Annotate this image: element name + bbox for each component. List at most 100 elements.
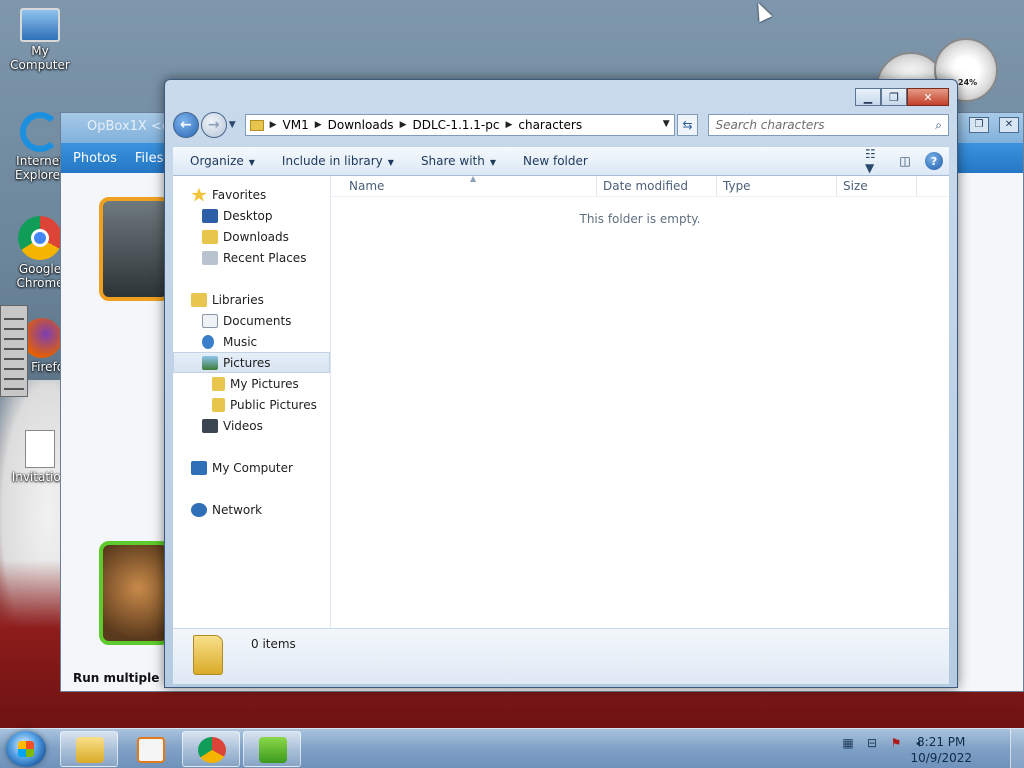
network-tray-icon[interactable]: ⊟ (864, 735, 880, 751)
nav-label: My Computer (212, 460, 293, 475)
nav-item-my-pictures[interactable]: My Pictures (173, 373, 330, 394)
navigation-bar: ← → ▼ ▶ VM1 ▶ Downloads ▶ DDLC-1.1.1-pc … (173, 111, 949, 139)
chevron-down-icon[interactable]: ▼ (229, 120, 241, 130)
folder-icon (76, 737, 104, 763)
chevron-down-icon: ▼ (387, 158, 394, 167)
nav-item-videos[interactable]: Videos (173, 415, 330, 436)
opbox-tab-photos[interactable]: Photos (73, 151, 117, 166)
nav-item-music[interactable]: Music (173, 331, 330, 352)
details-pane: 0 items (173, 628, 949, 684)
taskbar: ▦ ⊟ ⚑ 🔈︎ 8:21 PM 10/9/2022 (0, 728, 1024, 768)
photo-thumbnail[interactable] (99, 197, 171, 301)
nav-item-favorites[interactable]: Favorites (173, 184, 330, 205)
column-header-type[interactable]: Type (717, 176, 837, 196)
photo-thumbnail[interactable] (99, 541, 171, 645)
keyboard-gadget[interactable] (0, 305, 28, 397)
chevron-down-icon: ▼ (489, 158, 496, 167)
ie-icon (20, 112, 60, 152)
nav-item-pictures[interactable]: Pictures (173, 352, 330, 373)
forward-arrow-icon[interactable]: → (200, 112, 227, 138)
breadcrumb-characters[interactable]: characters (514, 118, 586, 132)
column-header-date-modified[interactable]: Date modified (597, 176, 717, 196)
restore-icon[interactable]: ❐ (969, 117, 989, 133)
chevron-right-icon[interactable]: ▶ (503, 120, 514, 130)
chevron-down-icon: ▼ (248, 158, 255, 167)
nav-label: Desktop (223, 208, 273, 223)
nav-item-downloads[interactable]: Downloads (173, 226, 330, 247)
desktop-icon-label: My Computer (10, 44, 70, 72)
nav-label: My Pictures (230, 376, 299, 391)
nav-label: Videos (223, 418, 263, 433)
computer-icon (20, 8, 60, 42)
maximize-icon[interactable]: ❐ (881, 88, 907, 106)
help-icon[interactable]: ? (925, 152, 943, 170)
column-header-name[interactable]: Name (331, 176, 597, 196)
recent-places-icon (202, 250, 218, 265)
nav-label: Downloads (223, 229, 289, 244)
action-center-icon[interactable]: ⚑ (888, 735, 904, 751)
chrome-icon (18, 216, 62, 260)
chevron-right-icon[interactable]: ▶ (313, 120, 324, 130)
media-player-icon (137, 737, 165, 763)
organize-button[interactable]: Organize ▼ (173, 154, 265, 168)
nav-item-recent-places[interactable]: Recent Places (173, 247, 330, 268)
explorer-body: Favorites Desktop Downloads Recent Place… (173, 174, 949, 628)
search-placeholder: Search characters (715, 118, 825, 132)
folder-icon (212, 397, 225, 412)
taskbar-explorer[interactable] (60, 731, 118, 767)
minimize-icon[interactable]: ▁ (855, 88, 881, 106)
column-header-size[interactable]: Size (837, 176, 917, 196)
clock-time: 8:21 PM (917, 735, 966, 749)
close-icon[interactable]: ✕ (999, 117, 1019, 133)
include-in-library-button[interactable]: Include in library ▼ (265, 154, 404, 168)
desktop-icon-my-computer[interactable]: My Computer (0, 8, 80, 72)
organize-label: Organize (190, 154, 244, 168)
taskbar-opbox[interactable] (243, 731, 301, 767)
chevron-right-icon[interactable]: ▶ (398, 120, 409, 130)
new-folder-button[interactable]: New folder (506, 154, 598, 168)
share-with-button[interactable]: Share with ▼ (404, 154, 506, 168)
firefox-icon (22, 318, 62, 358)
close-icon[interactable]: ✕ (907, 88, 949, 106)
chevron-down-icon[interactable]: ▼ (663, 119, 670, 129)
address-bar[interactable]: ▶ VM1 ▶ Downloads ▶ DDLC-1.1.1-pc ▶ char… (244, 114, 675, 136)
cpu-percent: 24% (958, 78, 978, 87)
pictures-icon (202, 355, 218, 370)
videos-icon (202, 418, 218, 433)
tray-app-icon[interactable]: ▦ (840, 735, 856, 751)
nav-item-libraries[interactable]: Libraries (173, 289, 330, 310)
nav-label: Libraries (212, 292, 264, 307)
network-icon (191, 502, 207, 517)
chrome-icon (198, 737, 226, 763)
downloads-folder-icon (202, 229, 218, 244)
start-button[interactable] (6, 731, 46, 767)
nav-item-desktop[interactable]: Desktop (173, 205, 330, 226)
nav-label: Documents (223, 313, 292, 328)
preview-pane-icon[interactable]: ◫ (895, 152, 915, 170)
breadcrumb-downloads[interactable]: Downloads (324, 118, 398, 132)
view-options-icon[interactable]: ☷ ▼ (865, 147, 885, 175)
breadcrumb-vm1[interactable]: VM1 (279, 118, 313, 132)
taskbar-chrome[interactable] (182, 731, 240, 767)
nav-item-network[interactable]: Network (173, 499, 330, 520)
nav-item-my-computer[interactable]: My Computer (173, 457, 330, 478)
explorer-window[interactable]: ▁ ❐ ✕ ← → ▼ ▶ VM1 ▶ Downloads ▶ DDLC-1.1… (164, 79, 958, 688)
opbox-tab-files[interactable]: Files (135, 151, 164, 166)
show-desktop-button[interactable] (1010, 729, 1024, 768)
refresh-icon[interactable]: ⇆ (676, 114, 699, 136)
search-input[interactable]: Search characters ⌕ (708, 114, 949, 136)
back-arrow-icon[interactable]: ← (173, 112, 199, 138)
nav-item-documents[interactable]: Documents (173, 310, 330, 331)
nav-item-public-pictures[interactable]: Public Pictures (173, 394, 330, 415)
taskbar-media-player[interactable] (121, 731, 179, 767)
music-icon (202, 334, 214, 349)
libraries-icon (191, 292, 207, 307)
item-count: 0 items (251, 637, 296, 651)
search-icon[interactable]: ⌕ (935, 118, 942, 133)
clock[interactable]: 8:21 PM 10/9/2022 (910, 734, 972, 766)
file-list[interactable]: Name Date modified Type Size ▲ This fold… (331, 174, 949, 628)
chevron-right-icon[interactable]: ▶ (268, 120, 279, 130)
navigation-pane: Favorites Desktop Downloads Recent Place… (173, 176, 331, 628)
breadcrumb-ddlc[interactable]: DDLC-1.1.1-pc (408, 118, 503, 132)
